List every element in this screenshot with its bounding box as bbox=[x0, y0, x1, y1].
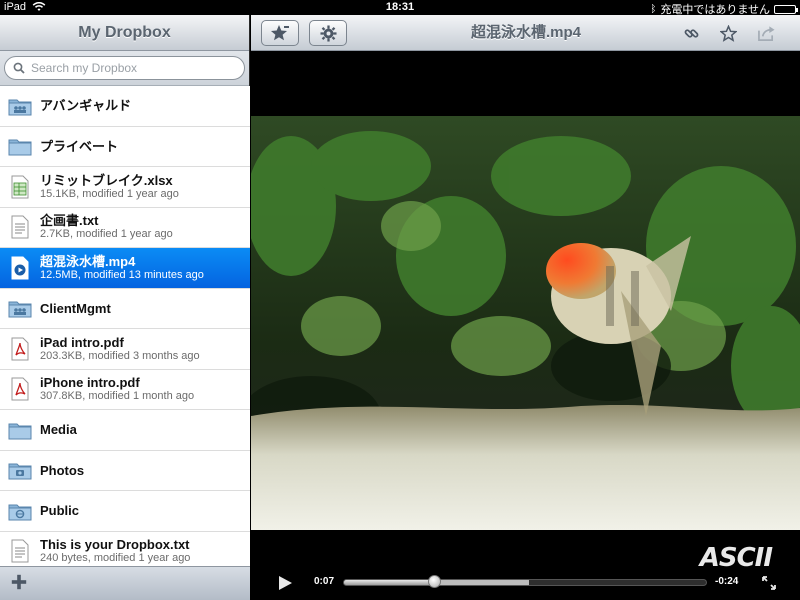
viewer: 超混泳水槽.mp4 ASCII 0:07 -0:24 bbox=[251, 15, 800, 600]
pdf-file-icon bbox=[8, 376, 32, 402]
file-list: アバンギャルド プライベートリミットブレイク.xlsx 15.1KB, modifi… bbox=[0, 86, 250, 581]
file-list-item[interactable]: プライベート bbox=[0, 126, 250, 167]
file-name: リミットブレイク.xlsx bbox=[40, 172, 173, 188]
sidebar-footer bbox=[0, 566, 250, 600]
bluetooth-icon: ᛒ bbox=[650, 3, 657, 15]
file-meta: 240 bytes, modified 1 year ago bbox=[40, 552, 191, 565]
file-list-item[interactable]: 超混泳水槽.mp4 12.5MB, modified 13 minutes ago bbox=[0, 248, 250, 289]
shared-folder-icon bbox=[8, 295, 32, 321]
file-name: プライベート bbox=[40, 138, 119, 154]
search-icon bbox=[13, 62, 25, 74]
file-name: Media bbox=[40, 422, 77, 438]
file-list-item[interactable]: Photos bbox=[0, 450, 250, 491]
time-remaining: -0:24 bbox=[715, 576, 739, 587]
progress-track[interactable] bbox=[343, 579, 707, 586]
battery-icon bbox=[774, 4, 798, 14]
add-button[interactable] bbox=[10, 573, 30, 593]
file-name: ClientMgmt bbox=[40, 300, 111, 316]
folder-icon bbox=[8, 133, 32, 159]
status-bar: iPad 18:31 ᛒ 充電中ではありません bbox=[0, 0, 800, 16]
sidebar: My Dropbox Search my Dropbox アバンギャルド プライベ… bbox=[0, 15, 250, 600]
file-list-item[interactable]: iPhone intro.pdf 307.8KB, modified 1 mont… bbox=[0, 369, 250, 410]
shared-folder-icon bbox=[8, 93, 32, 119]
link-icon bbox=[684, 28, 698, 38]
folder-icon bbox=[8, 417, 32, 443]
time-elapsed: 0:07 bbox=[314, 576, 335, 587]
viewer-title: 超混泳水槽.mp4 bbox=[470, 24, 581, 41]
file-meta: 307.8KB, modified 1 month ago bbox=[40, 390, 195, 403]
photos-folder-icon bbox=[8, 457, 32, 483]
link-button[interactable] bbox=[681, 23, 701, 43]
star-list-icon bbox=[271, 25, 289, 41]
playback-controls: 0:07 -0:24 bbox=[251, 571, 800, 595]
plus-icon bbox=[11, 574, 27, 590]
text-file-icon bbox=[8, 214, 32, 240]
star-icon bbox=[719, 24, 737, 42]
file-meta: 203.3KB, modified 3 months ago bbox=[40, 349, 200, 362]
file-meta: 2.7KB, modified 1 year ago bbox=[40, 228, 173, 241]
file-name: アバンギャルド bbox=[40, 98, 132, 114]
share-button[interactable] bbox=[756, 23, 776, 43]
sidebar-title: My Dropbox bbox=[0, 15, 249, 51]
pdf-file-icon bbox=[8, 336, 32, 362]
watermark-logo: ASCII bbox=[699, 543, 773, 573]
favorite-button[interactable] bbox=[718, 23, 738, 43]
share-icon bbox=[757, 25, 775, 41]
file-meta: 12.5MB, modified 13 minutes ago bbox=[40, 268, 204, 281]
file-name: Photos bbox=[40, 462, 85, 478]
file-list-item[interactable]: iPad intro.pdf 203.3KB, modified 3 months… bbox=[0, 329, 250, 370]
file-name: 超混泳水槽.mp4 bbox=[40, 253, 136, 269]
file-list-item[interactable]: アバンギャルド bbox=[0, 86, 250, 127]
file-name: This is your Dropbox.txt bbox=[40, 537, 190, 553]
scrubber-handle[interactable] bbox=[427, 575, 441, 588]
played-bar bbox=[344, 580, 435, 585]
video-file-icon bbox=[8, 255, 32, 281]
file-name: iPad intro.pdf bbox=[40, 334, 124, 350]
file-list-item[interactable]: リミットブレイク.xlsx 15.1KB, modified 1 year ago bbox=[0, 167, 250, 208]
public-folder-icon bbox=[8, 498, 32, 524]
favorites-button[interactable] bbox=[261, 20, 299, 46]
search-input[interactable]: Search my Dropbox bbox=[4, 56, 245, 80]
spreadsheet-file-icon bbox=[8, 174, 32, 200]
file-list-item[interactable]: 企画書.txt 2.7KB, modified 1 year ago bbox=[0, 207, 250, 248]
video-frame bbox=[251, 116, 800, 530]
settings-button[interactable] bbox=[309, 20, 347, 46]
file-name: Public bbox=[40, 503, 80, 519]
file-meta: 15.1KB, modified 1 year ago bbox=[40, 187, 179, 200]
fullscreen-icon[interactable] bbox=[761, 575, 777, 591]
play-icon[interactable] bbox=[277, 575, 293, 591]
file-list-item[interactable]: Public bbox=[0, 491, 250, 532]
file-name: iPhone intro.pdf bbox=[40, 375, 140, 391]
gear-icon bbox=[319, 24, 337, 42]
search-placeholder: Search my Dropbox bbox=[31, 61, 138, 75]
search-bar: Search my Dropbox bbox=[0, 51, 249, 86]
text-file-icon bbox=[8, 538, 32, 564]
file-list-item[interactable]: Media bbox=[0, 410, 250, 451]
file-list-item[interactable]: ClientMgmt bbox=[0, 288, 250, 329]
video-player[interactable] bbox=[251, 116, 800, 530]
file-name: 企画書.txt bbox=[40, 213, 99, 229]
viewer-toolbar: 超混泳水槽.mp4 bbox=[251, 15, 800, 51]
